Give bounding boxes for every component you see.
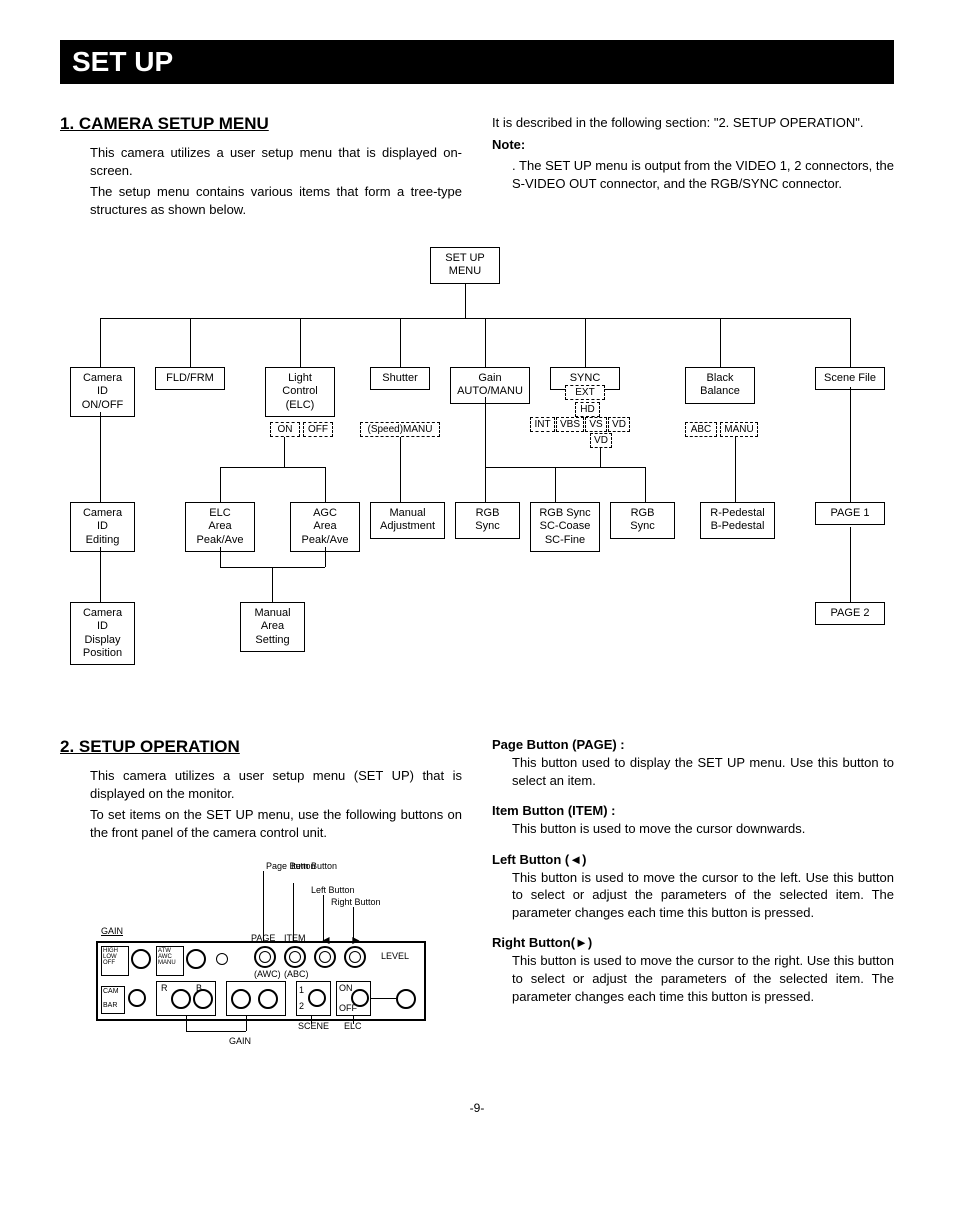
panel-highlow: HIGHLOWOFF <box>101 946 129 976</box>
tree-r1-n4a: (Speed)MANU <box>360 422 440 437</box>
section2-p2: To set items on the SET UP menu, use the… <box>90 806 462 841</box>
tree-r1-n6c: INT <box>530 417 555 432</box>
page-number: -9- <box>60 1101 894 1115</box>
tree-r1-n6g: VD <box>590 433 612 448</box>
section2-columns: 2. SETUP OPERATION This camera utilizes … <box>60 737 894 1061</box>
tree-r2-n5: RGB Sync <box>455 502 520 538</box>
tree-r1-n7: BlackBalance <box>685 367 755 403</box>
tree-r1-n6f: VD <box>608 417 630 432</box>
tree-r1-n5: GainAUTO/MANU <box>450 367 530 403</box>
section2-heading: 2. SETUP OPERATION <box>60 737 462 757</box>
front-panel-diagram: Page Button Item Button Left Button Righ… <box>96 861 426 1061</box>
section1-p1: This camera utilizes a user setup menu t… <box>90 144 462 179</box>
tree-r3-n3: PAGE 2 <box>815 602 885 625</box>
section1-p2: The setup menu contains various items th… <box>90 183 462 218</box>
tree-r1-n3: LightControl(ELC) <box>265 367 335 417</box>
section1-heading: 1. CAMERA SETUP MENU <box>60 114 462 134</box>
left-button-desc: Left Button (◄) This button is used to m… <box>492 852 894 922</box>
panel-label-item: Item Button <box>291 861 337 871</box>
section1-columns: 1. CAMERA SETUP MENU This camera utilize… <box>60 114 894 222</box>
tree-r2-n2: ELCAreaPeak/Ave <box>185 502 255 552</box>
note-label: Note: <box>492 136 894 154</box>
page-banner: SET UP <box>60 40 894 84</box>
tree-r1-n7a: ABC <box>685 422 717 437</box>
tree-r2-n8: R-PedestalB-Pedestal <box>700 502 775 538</box>
tree-r2-n7: RGB Sync <box>610 502 675 538</box>
tree-r3-n1: CameraIDDisplayPosition <box>70 602 135 665</box>
tree-r2-n1: CameraIDEditing <box>70 502 135 552</box>
panel-gain-label: GAIN <box>101 926 123 936</box>
panel-page: PAGE <box>251 933 275 943</box>
menu-tree-diagram: SET UPMENU CameraIDON/OFF FLD/FRM LightC… <box>60 247 894 697</box>
panel-level: LEVEL <box>381 951 409 961</box>
panel-label-left: Left Button <box>311 885 355 895</box>
tree-r2-n4: ManualAdjustment <box>370 502 445 538</box>
tree-r1-n6a: EXT <box>565 385 605 400</box>
tree-r1-n1: CameraIDON/OFF <box>70 367 135 417</box>
tree-r2-n3: AGCAreaPeak/Ave <box>290 502 360 552</box>
tree-r1-n3a: ON <box>270 422 300 437</box>
tree-r2-n6: RGB SyncSC-CoaseSC-Fine <box>530 502 600 552</box>
tree-r1-n6e: VS <box>585 417 607 432</box>
section1-p3: It is described in the following section… <box>492 114 894 132</box>
tree-r3-n2: ManualAreaSetting <box>240 602 305 652</box>
panel-label-right: Right Button <box>331 897 381 907</box>
tree-r1-n2: FLD/FRM <box>155 367 225 390</box>
page-button-desc: Page Button (PAGE) : This button used to… <box>492 737 894 789</box>
tree-r1-n4: Shutter <box>370 367 430 390</box>
tree-r1-n6d: VBS <box>556 417 584 432</box>
right-button-desc: Right Button(►) This button is used to m… <box>492 935 894 1005</box>
tree-r1-n3b: OFF <box>303 422 333 437</box>
tree-root: SET UPMENU <box>430 247 500 283</box>
tree-r1-n7b: MANU <box>720 422 758 437</box>
item-button-desc: Item Button (ITEM) : This button is used… <box>492 803 894 838</box>
tree-r1-n6b: HD <box>575 402 600 417</box>
panel-item: ITEM <box>284 933 306 943</box>
tree-r2-n9: PAGE 1 <box>815 502 885 525</box>
section2-p1: This camera utilizes a user setup menu (… <box>90 767 462 802</box>
note-body: . The SET UP menu is output from the VID… <box>512 157 894 192</box>
